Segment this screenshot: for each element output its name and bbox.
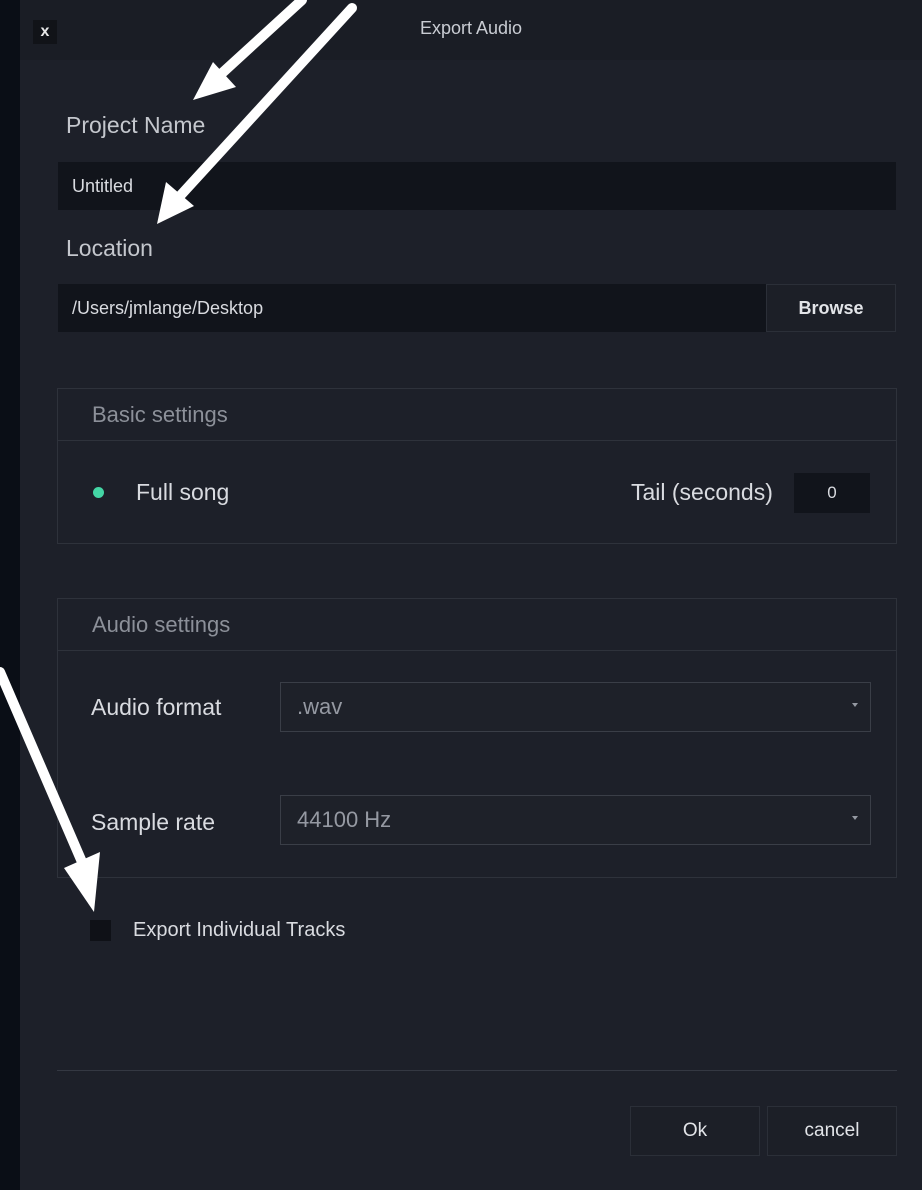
dialog-title: Export Audio — [419, 18, 523, 38]
audio-format-label: Audio format — [91, 694, 222, 720]
location-input[interactable]: /Users/jmlange/Desktop — [58, 284, 766, 332]
audio-settings-header: Audio settings — [58, 599, 896, 651]
app-backdrop-edge — [0, 0, 20, 1190]
export-individual-tracks-label[interactable]: Export Individual Tracks — [133, 919, 345, 942]
full-song-label[interactable]: Full song — [136, 479, 229, 506]
sample-rate-select[interactable]: 44100 Hz — [280, 795, 871, 845]
audio-format-value: .wav — [297, 694, 343, 719]
cancel-button[interactable]: cancel — [767, 1106, 897, 1156]
browse-button[interactable]: Browse — [766, 284, 896, 332]
chevron-down-icon — [852, 703, 858, 707]
dialog-titlebar: x Export Audio — [20, 0, 922, 60]
sample-rate-value: 44100 Hz — [297, 807, 392, 832]
full-song-radio-icon[interactable] — [93, 487, 104, 498]
audio-format-select[interactable]: .wav — [280, 682, 871, 732]
export-individual-tracks-checkbox[interactable] — [90, 920, 111, 941]
chevron-down-icon — [852, 816, 858, 820]
tail-seconds-label: Tail (seconds) — [631, 479, 773, 505]
ok-button[interactable]: Ok — [630, 1106, 760, 1156]
tail-seconds-input[interactable]: 0 — [794, 473, 870, 513]
export-audio-dialog: x Export Audio Project Name Untitled Loc… — [20, 0, 922, 1190]
basic-settings-panel: Basic settings — [57, 388, 897, 544]
project-name-input[interactable]: Untitled — [58, 162, 896, 210]
footer-divider — [57, 1070, 897, 1071]
sample-rate-label: Sample rate — [91, 809, 216, 835]
project-name-label: Project Name — [66, 112, 206, 138]
location-label: Location — [66, 235, 153, 261]
basic-settings-header: Basic settings — [58, 389, 896, 441]
